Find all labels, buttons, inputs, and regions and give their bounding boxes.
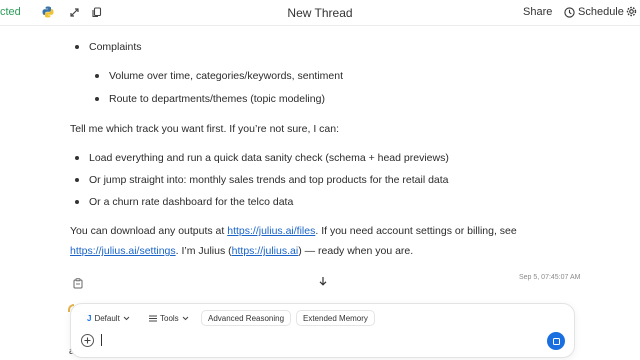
download-text-pre: You can download any outputs at [70, 225, 228, 237]
top-bar: cted New Thread Share Schedule [0, 0, 640, 26]
tools-label: Tools [160, 313, 179, 323]
share-button[interactable]: Share [519, 3, 556, 21]
model-letter: J [87, 313, 92, 323]
julius-text-post: ) — ready when you are. [298, 245, 414, 257]
gear-icon[interactable] [626, 4, 640, 20]
scroll-down-icon[interactable] [315, 273, 331, 289]
text-cursor [101, 334, 102, 346]
schedule-label: Schedule [578, 6, 624, 18]
julius-text-pre: . I’m Julius ( [175, 245, 232, 257]
chevron-down-icon [182, 316, 189, 320]
download-text-post: . If you need account settings or billin… [315, 225, 517, 237]
download-paragraph: You can download any outputs at https://… [70, 224, 550, 238]
prompt-line: Tell me which track you want first. If y… [70, 123, 340, 135]
files-link[interactable]: https://julius.ai/files [227, 225, 315, 237]
add-attachment-button[interactable] [81, 334, 94, 347]
tools-icon [149, 315, 157, 321]
julius-paragraph: https://julius.ai/settings. I’m Julius (… [70, 244, 550, 258]
clock-icon [564, 6, 575, 18]
list-item: Volume over time, categories/keywords, s… [94, 70, 344, 82]
send-button[interactable] [547, 332, 565, 350]
model-label: Default [94, 313, 120, 323]
stop-icon [552, 337, 560, 345]
list-item: Complaints [75, 41, 142, 53]
list-item: Route to departments/themes (topic model… [95, 93, 325, 105]
settings-link[interactable]: https://julius.ai/settings [70, 245, 176, 257]
extended-memory-toggle[interactable]: Extended Memory [296, 310, 375, 326]
list-item: Or a churn rate dashboard for the telco … [74, 196, 294, 208]
plus-icon [84, 337, 91, 344]
schedule-button[interactable]: Schedule [564, 3, 624, 21]
model-selector[interactable]: J Default [81, 310, 136, 326]
copy-message-icon[interactable] [73, 276, 85, 289]
advanced-reasoning-toggle[interactable]: Advanced Reasoning [201, 310, 292, 326]
message-input[interactable] [101, 332, 531, 348]
chevron-down-icon [123, 316, 130, 320]
list-item: Load everything and run a quick data san… [75, 152, 449, 164]
message-timestamp: Sep 5, 07:45:07 AM [519, 274, 581, 281]
message-composer: J Default Tools Advanced Reasoning Exten… [70, 303, 575, 358]
tools-selector[interactable]: Tools [143, 310, 195, 326]
julius-link[interactable]: https://julius.ai [232, 245, 299, 257]
list-item: Or jump straight into: monthly sales tre… [75, 174, 449, 186]
